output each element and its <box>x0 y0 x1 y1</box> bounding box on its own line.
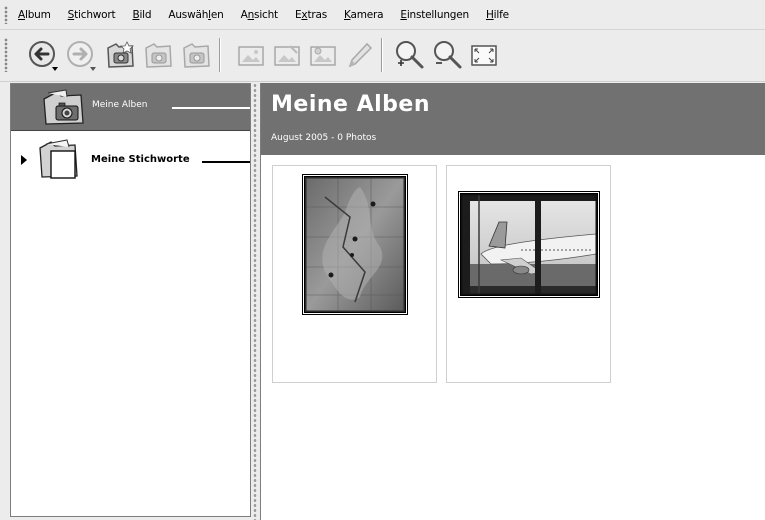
tree-item-label: Meine Alben <box>92 100 148 110</box>
slideshow-icon <box>310 46 336 66</box>
menubar: Album Stichwort Bild Auswählen Ansicht E… <box>0 0 765 30</box>
album-properties-button[interactable] <box>179 38 213 72</box>
forward-arrow-icon <box>67 41 96 71</box>
menu-bild[interactable]: Bild <box>132 9 151 21</box>
fullscreen-button[interactable] <box>466 38 500 72</box>
toolbar <box>0 30 765 82</box>
tree-item-meine-stichworte[interactable]: Meine Stichworte <box>11 138 250 184</box>
camera-folder-icon <box>43 89 84 125</box>
album-subtitle: August 2005 - 0 Photos <box>271 133 377 143</box>
slideshow-button[interactable] <box>306 38 340 72</box>
zoom-in-button[interactable] <box>392 38 426 72</box>
tree-connector-line <box>172 107 250 109</box>
new-album-icon <box>107 41 134 68</box>
album-header: Meine Alben August 2005 - 0 Photos <box>261 83 765 155</box>
forward-button[interactable] <box>64 38 98 72</box>
edit-image-icon <box>274 45 300 66</box>
edit-image-button[interactable] <box>270 38 304 72</box>
photo-thumbnail-cell[interactable] <box>272 165 437 383</box>
toolbar-separator <box>381 38 383 72</box>
delete-album-icon <box>145 43 172 68</box>
photo-thumbnail[interactable] <box>459 192 599 297</box>
airplane-photo-image <box>461 194 597 295</box>
map-photo-image <box>305 177 405 312</box>
album-view: Meine Alben August 2005 - 0 Photos <box>260 83 765 520</box>
menubar-grip[interactable] <box>4 6 8 24</box>
new-album-button[interactable] <box>103 38 137 72</box>
menu-einstellungen[interactable]: Einstellungen <box>400 9 469 21</box>
tree-connector-line <box>202 161 250 163</box>
zoom-in-icon <box>396 41 424 69</box>
delete-album-button[interactable] <box>141 38 175 72</box>
tags-folder-icon <box>39 139 78 179</box>
album-properties-icon <box>183 43 210 68</box>
photo-thumbnail-cell[interactable] <box>446 165 611 383</box>
toolbar-grip[interactable] <box>4 38 8 72</box>
expand-arrow-icon[interactable] <box>21 155 27 165</box>
menu-album[interactable]: Album <box>18 9 51 21</box>
back-button[interactable] <box>26 38 60 72</box>
zoom-out-button[interactable] <box>430 38 464 72</box>
panel-splitter[interactable] <box>251 83 259 520</box>
menu-hilfe[interactable]: Hilfe <box>486 9 509 21</box>
toolbar-separator <box>219 38 221 72</box>
fullscreen-icon <box>471 45 497 66</box>
menu-stichwort[interactable]: Stichwort <box>68 9 116 21</box>
pencil-icon <box>348 42 373 68</box>
menu-extras[interactable]: Extras <box>295 9 327 21</box>
tree-item-meine-alben[interactable]: Meine Alben <box>11 84 250 131</box>
annotate-button[interactable] <box>342 38 376 72</box>
tree-item-label: Meine Stichworte <box>91 154 190 165</box>
zoom-out-icon <box>434 41 462 69</box>
menu-ansicht[interactable]: Ansicht <box>241 9 279 21</box>
back-arrow-icon <box>29 41 58 71</box>
view-image-button[interactable] <box>234 38 268 72</box>
photo-thumbnail[interactable] <box>303 175 407 314</box>
menu-kamera[interactable]: Kamera <box>344 9 384 21</box>
page-title: Meine Alben <box>271 92 430 117</box>
album-tree[interactable]: Meine Alben Meine Stichworte <box>10 83 251 517</box>
menu-auswaehlen[interactable]: Auswählen <box>168 9 223 21</box>
view-image-icon <box>238 46 264 66</box>
